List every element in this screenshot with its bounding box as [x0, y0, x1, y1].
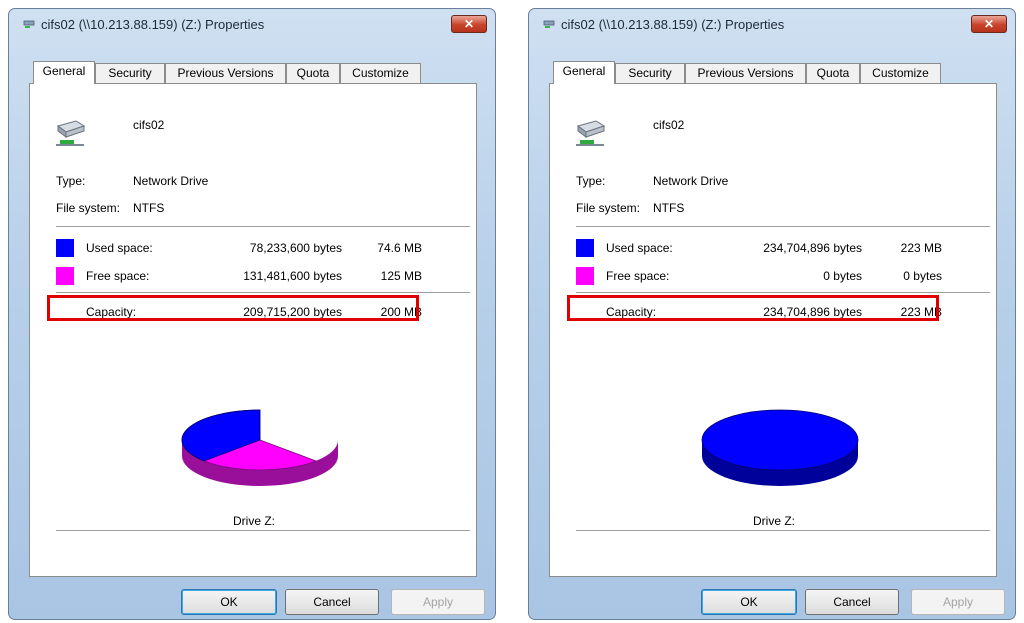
used-space-bytes: 234,704,896 bytes: [763, 241, 862, 255]
free-space-label: Free space:: [606, 269, 670, 283]
file-system-value: NTFS: [133, 201, 165, 215]
type-value: Network Drive: [653, 174, 729, 188]
type-value: Network Drive: [133, 174, 209, 188]
capacity-highlight-box: [567, 295, 939, 321]
used-space-swatch: [576, 239, 594, 257]
usage-pie-chart: [701, 409, 859, 486]
drive-caption: Drive Z:: [233, 514, 275, 528]
cancel-button[interactable]: Cancel: [805, 589, 899, 615]
ok-button[interactable]: OK: [701, 589, 797, 615]
separator: [576, 292, 990, 293]
network-drive-icon: [576, 120, 606, 146]
free-space-bytes: 131,481,600 bytes: [243, 269, 342, 283]
used-space-size: 223 MB: [900, 241, 942, 255]
cancel-button[interactable]: Cancel: [285, 589, 379, 615]
free-space-label: Free space:: [86, 269, 150, 283]
drive-caption: Drive Z:: [753, 514, 795, 528]
close-button[interactable]: ✕: [971, 15, 1007, 33]
used-space-size: 74.6 MB: [377, 241, 422, 255]
tab-general[interactable]: General: [553, 61, 615, 84]
used-space-swatch: [56, 239, 74, 257]
title-bar[interactable]: cifs02 (\\10.213.88.159) (Z:) Properties…: [529, 9, 1015, 39]
type-label: Type:: [576, 174, 606, 188]
apply-button[interactable]: Apply: [391, 589, 485, 615]
used-space-label: Used space:: [86, 241, 153, 255]
type-label: Type:: [56, 174, 86, 188]
file-system-value: NTFS: [653, 201, 685, 215]
tab-security[interactable]: Security: [615, 63, 685, 83]
window-title: cifs02 (\\10.213.88.159) (Z:) Properties: [561, 17, 785, 32]
free-space-swatch: [576, 267, 594, 285]
close-button[interactable]: ✕: [451, 15, 487, 33]
tab-customize[interactable]: Customize: [340, 63, 421, 83]
ok-button[interactable]: OK: [181, 589, 277, 615]
title-bar[interactable]: cifs02 (\\10.213.88.159) (Z:) Properties…: [9, 9, 495, 39]
network-drive-icon: [56, 120, 86, 146]
tab-previous-versions[interactable]: Previous Versions: [685, 63, 806, 83]
general-panel: cifs02 Type: Network Drive File system: …: [549, 83, 997, 577]
separator: [56, 292, 470, 293]
used-space-label: Used space:: [606, 241, 673, 255]
free-space-bytes: 0 bytes: [823, 269, 862, 283]
free-space-size: 125 MB: [380, 269, 422, 283]
apply-button[interactable]: Apply: [911, 589, 1005, 615]
free-space-size: 0 bytes: [903, 269, 942, 283]
separator: [576, 226, 990, 227]
tab-security[interactable]: Security: [95, 63, 165, 83]
properties-dialog-left: cifs02 (\\10.213.88.159) (Z:) Properties…: [8, 8, 496, 620]
network-drive-icon: [543, 20, 555, 28]
used-space-slice: [701, 409, 859, 471]
separator: [576, 530, 990, 531]
tab-customize[interactable]: Customize: [860, 63, 941, 83]
file-system-label: File system:: [576, 201, 641, 215]
properties-dialog-right: cifs02 (\\10.213.88.159) (Z:) Properties…: [528, 8, 1016, 620]
tab-quota[interactable]: Quota: [806, 63, 860, 83]
capacity-highlight-box: [47, 295, 419, 321]
drive-name: cifs02: [653, 118, 685, 132]
separator: [56, 226, 470, 227]
network-drive-icon: [23, 20, 35, 28]
usage-pie-chart: [181, 409, 338, 486]
separator: [56, 530, 470, 531]
drive-name: cifs02: [133, 118, 165, 132]
tab-quota[interactable]: Quota: [286, 63, 340, 83]
free-space-swatch: [56, 267, 74, 285]
tab-general[interactable]: General: [33, 61, 95, 84]
general-panel: cifs02 Type: Network Drive File system: …: [29, 83, 477, 577]
tab-previous-versions[interactable]: Previous Versions: [165, 63, 286, 83]
file-system-label: File system:: [56, 201, 121, 215]
used-space-bytes: 78,233,600 bytes: [249, 241, 342, 255]
window-title: cifs02 (\\10.213.88.159) (Z:) Properties: [41, 17, 265, 32]
